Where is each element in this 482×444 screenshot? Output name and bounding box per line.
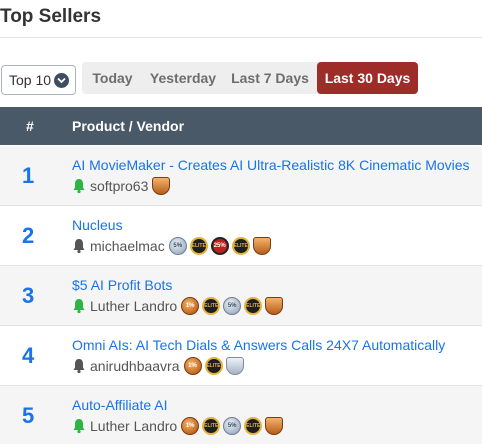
elite-badge-icon: ELITE — [202, 297, 221, 315]
product-link[interactable]: Auto-Affiliate AI — [72, 397, 167, 413]
silver-badge-icon: 5% — [168, 237, 187, 255]
filter-controls: Top 10 Today Yesterday Last 7 Days Last … — [0, 62, 482, 95]
green-bell-icon[interactable] — [72, 418, 86, 434]
trophy-shield-badge-icon — [225, 357, 244, 375]
bronze-badge-icon: 1% — [181, 417, 200, 435]
table-row: 2 Nucleus michaelmac 5% ELITE 25% ELITE — [0, 206, 482, 266]
vendor-info: anirudhbaavra 1% ELITE — [72, 357, 247, 375]
table-row: 4 Omni AIs: AI Tech Dials & Answers Calls… — [0, 326, 482, 386]
rank-number: 2 — [22, 223, 35, 248]
elite-badge-icon: ELITE — [244, 417, 263, 435]
title-divider — [0, 37, 482, 38]
silver-badge-icon: 5% — [223, 417, 242, 435]
vendor-info: softpro63 — [72, 177, 173, 195]
vendor-name[interactable]: softpro63 — [90, 178, 148, 194]
rank-number: 5 — [22, 403, 35, 428]
elite-badge-icon: ELITE — [189, 237, 208, 255]
trophy-shield-badge-icon — [265, 297, 284, 315]
rank-number: 1 — [22, 163, 35, 188]
percent-badge-icon: 25% — [210, 237, 229, 255]
chevron-down-icon — [54, 73, 69, 88]
elite-badge-icon: ELITE — [204, 357, 223, 375]
product-link[interactable]: AI MovieMaker - Creates AI Ultra-Realist… — [72, 157, 470, 173]
elite-badge-icon: ELITE — [202, 417, 221, 435]
table-row: 3 $5 AI Profit Bots Luther Landro 1% ELITE 5%… — [0, 266, 482, 326]
vendor-info: michaelmac 5% ELITE 25% ELITE — [72, 237, 274, 255]
vendor-name[interactable]: Luther Landro — [90, 418, 177, 434]
product-link[interactable]: $5 AI Profit Bots — [72, 277, 172, 293]
table-header: # Product / Vendor — [0, 107, 482, 145]
elite-badge-icon: ELITE — [231, 237, 250, 255]
tab-yesterday[interactable]: Yesterday — [143, 62, 223, 94]
tab-today[interactable]: Today — [82, 62, 143, 94]
vendor-name[interactable]: michaelmac — [90, 238, 165, 254]
silver-badge-icon: 5% — [223, 297, 242, 315]
tab-last-30-days[interactable]: Last 30 Days — [317, 62, 418, 94]
rank-number: 4 — [22, 343, 35, 368]
vendor-name[interactable]: anirudhbaavra — [90, 358, 180, 374]
tab-last-7-days[interactable]: Last 7 Days — [223, 62, 317, 94]
vendor-info: Luther Landro 1% ELITE 5% ELITE — [72, 417, 286, 435]
green-bell-icon[interactable] — [72, 298, 86, 314]
gray-bell-icon[interactable] — [72, 238, 86, 254]
trophy-shield-badge-icon — [252, 237, 271, 255]
table-row: 1 AI MovieMaker - Creates AI Ultra-Realis… — [0, 146, 482, 206]
trophy-shield-badge-icon — [152, 177, 171, 195]
elite-badge-icon: ELITE — [244, 297, 263, 315]
trophy-shield-badge-icon — [265, 417, 284, 435]
top-count-select[interactable]: Top 10 — [1, 65, 76, 95]
vendor-name[interactable]: Luther Landro — [90, 298, 177, 314]
column-header-rank: # — [26, 118, 34, 134]
bronze-badge-icon: 1% — [181, 297, 200, 315]
green-bell-icon[interactable] — [72, 178, 86, 194]
column-header-product-vendor: Product / Vendor — [72, 118, 185, 134]
product-link[interactable]: Omni AIs: AI Tech Dials & Answers Calls … — [72, 337, 445, 353]
product-link[interactable]: Nucleus — [72, 217, 123, 233]
gray-bell-icon[interactable] — [72, 358, 86, 374]
vendor-info: Luther Landro 1% ELITE 5% ELITE — [72, 297, 286, 315]
rank-number: 3 — [22, 283, 35, 308]
page-title: Top Sellers — [0, 6, 102, 27]
table-row: 5 Auto-Affiliate AI Luther Landro 1% ELITE 5%… — [0, 386, 482, 444]
period-tabs: Today Yesterday Last 7 Days Last 30 Days — [82, 62, 418, 94]
bronze-badge-icon: 1% — [183, 357, 202, 375]
top-count-select-value: Top 10 — [9, 72, 52, 88]
